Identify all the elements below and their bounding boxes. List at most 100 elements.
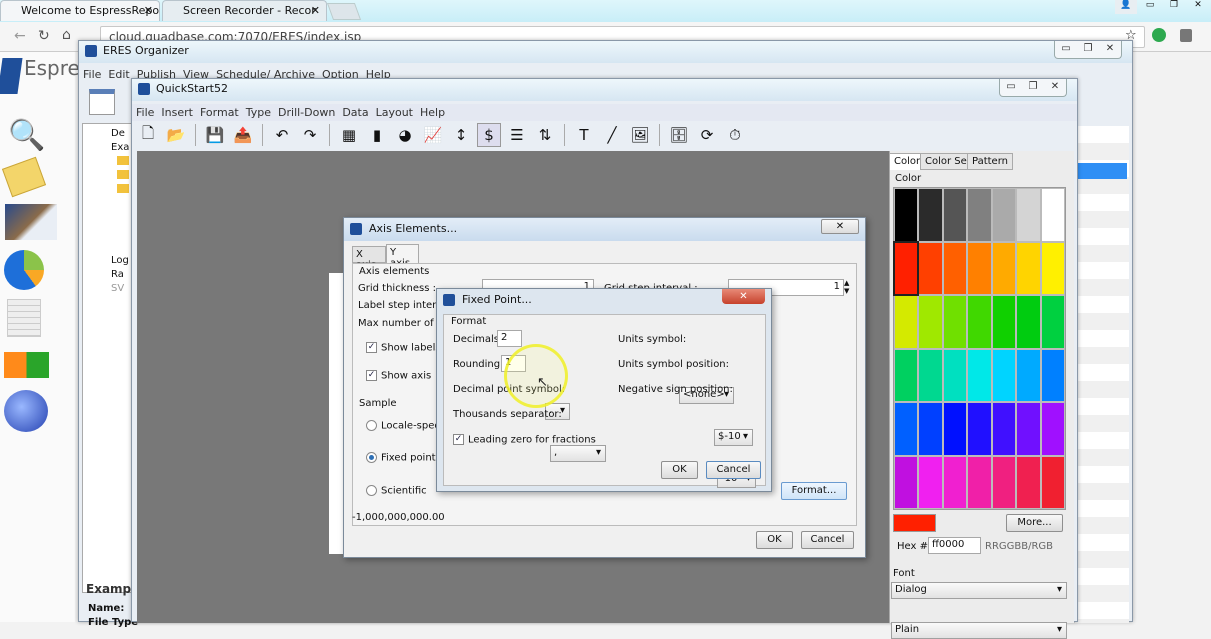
close-icon[interactable]: ✕: [1099, 41, 1121, 58]
folder-icon[interactable]: [1, 156, 47, 198]
menu-layout[interactable]: Layout: [376, 106, 413, 119]
table-icon[interactable]: [7, 299, 41, 337]
redo-icon[interactable]: ↷: [298, 123, 322, 147]
color-swatch[interactable]: [943, 242, 967, 294]
home-icon[interactable]: ⌂: [62, 27, 71, 43]
color-swatch[interactable]: [919, 242, 942, 294]
tab-x-axis[interactable]: X axis: [352, 246, 386, 271]
color-swatch[interactable]: [1017, 189, 1040, 241]
color-swatch[interactable]: [992, 349, 1016, 401]
color-swatch[interactable]: [1017, 456, 1040, 508]
selected-list-row[interactable]: [1075, 163, 1127, 179]
globe-icon[interactable]: [4, 390, 48, 432]
folder-icon[interactable]: [117, 184, 129, 193]
list-icon[interactable]: ☰: [505, 123, 529, 147]
color-swatch[interactable]: [968, 349, 991, 401]
pie-chart-icon[interactable]: [4, 250, 44, 290]
color-swatch[interactable]: [1017, 296, 1040, 348]
menu-drill-down[interactable]: Drill-Down: [278, 106, 335, 119]
spinner-icon[interactable]: ▲ ▼: [844, 279, 849, 295]
color-swatch[interactable]: [919, 296, 942, 348]
color-swatch[interactable]: [992, 242, 1016, 294]
cancel-button[interactable]: Cancel: [706, 461, 761, 479]
chart-type-icon[interactable]: ▮: [365, 123, 389, 147]
profile-icon[interactable]: 👤: [1115, 0, 1137, 14]
hangouts-icon[interactable]: [1152, 28, 1166, 42]
close-tab-icon[interactable]: ✕: [144, 4, 153, 17]
menu-file[interactable]: File: [136, 106, 154, 119]
menu-help[interactable]: Help: [420, 106, 445, 119]
leading-zero-checkbox[interactable]: ✓ Leading zero for fractions: [453, 434, 596, 446]
undo-icon[interactable]: ↶: [270, 123, 294, 147]
tree-item[interactable]: SV: [111, 283, 124, 294]
database-icon[interactable]: 🗄: [667, 123, 691, 147]
maximize-icon[interactable]: ❐: [1022, 79, 1044, 96]
axis-scale-icon[interactable]: ↕: [449, 123, 473, 147]
font-family-dropdown[interactable]: Dialog: [891, 582, 1067, 599]
color-swatch[interactable]: [919, 403, 942, 455]
color-swatch[interactable]: [895, 296, 918, 348]
color-swatch[interactable]: [968, 296, 991, 348]
number-format-icon[interactable]: $: [477, 123, 501, 147]
color-swatch[interactable]: [968, 189, 991, 241]
color-swatch[interactable]: [1041, 296, 1064, 348]
color-swatch[interactable]: [992, 456, 1016, 508]
color-swatch[interactable]: [895, 349, 918, 401]
minimize-icon[interactable]: ▭: [1139, 0, 1161, 14]
image-icon[interactable]: 🖼: [628, 123, 652, 147]
color-swatch[interactable]: [1041, 403, 1064, 455]
tab-y-axis[interactable]: Y axis: [386, 244, 419, 269]
color-swatch[interactable]: [992, 189, 1016, 241]
extension-icon[interactable]: [1180, 29, 1192, 42]
color-swatch[interactable]: [895, 403, 918, 455]
folder-icon[interactable]: [117, 170, 129, 179]
pie-color-icon[interactable]: ◕: [393, 123, 417, 147]
save-icon[interactable]: 💾: [203, 123, 227, 147]
color-swatch[interactable]: [1017, 403, 1040, 455]
color-swatch[interactable]: [1041, 242, 1064, 294]
line-draw-icon[interactable]: ╱: [600, 123, 624, 147]
close-button[interactable]: ✕: [722, 289, 765, 304]
show-axis-checkbox[interactable]: ✓ Show axis: [366, 370, 431, 382]
color-swatch[interactable]: [1017, 349, 1040, 401]
maximize-icon[interactable]: ❐: [1163, 0, 1185, 14]
ok-button[interactable]: OK: [661, 461, 698, 479]
color-swatch[interactable]: [919, 456, 942, 508]
menu-edit[interactable]: Edit: [108, 68, 129, 81]
folder-icon[interactable]: [117, 156, 129, 165]
show-labels-checkbox[interactable]: ✓ Show labels: [366, 342, 441, 354]
tab-pattern[interactable]: Pattern: [967, 153, 1013, 170]
menu-format[interactable]: Format: [200, 106, 239, 119]
sort-az-icon[interactable]: ⇅: [533, 123, 557, 147]
data-table-icon[interactable]: ▦: [337, 123, 361, 147]
cancel-button[interactable]: Cancel: [801, 531, 854, 549]
schedule-icon[interactable]: ⏱: [723, 123, 747, 147]
browser-tab-welcome[interactable]: Welcome to EspressRepo ✕: [0, 0, 160, 21]
color-swatch[interactable]: [919, 349, 942, 401]
color-swatch[interactable]: [968, 403, 991, 455]
thousands-dropdown[interactable]: ,: [550, 445, 606, 462]
radio-scientific[interactable]: Scientific: [366, 485, 427, 497]
color-swatch[interactable]: [895, 189, 918, 241]
close-icon[interactable]: ✕: [1187, 0, 1209, 14]
ok-button[interactable]: OK: [756, 531, 793, 549]
more-colors-button[interactable]: More...: [1006, 514, 1063, 532]
hex-input[interactable]: ff0000: [928, 537, 981, 554]
menu-file[interactable]: File: [83, 68, 101, 81]
tree-item[interactable]: De: [111, 128, 125, 139]
font-style-dropdown[interactable]: Plain: [891, 622, 1067, 639]
minimize-icon[interactable]: ▭: [1000, 79, 1022, 96]
export-icon[interactable]: 📤: [231, 123, 255, 147]
color-swatch[interactable]: [943, 296, 967, 348]
reload-icon[interactable]: ↻: [38, 28, 50, 44]
tree-item[interactable]: Ra: [111, 269, 124, 280]
units-position-dropdown[interactable]: $-10: [714, 429, 753, 446]
close-icon[interactable]: ✕: [1044, 79, 1066, 96]
tree-item[interactable]: Exa: [111, 142, 129, 153]
color-swatch[interactable]: [992, 403, 1016, 455]
map-icon[interactable]: [4, 352, 49, 378]
minimize-icon[interactable]: ▭: [1055, 41, 1077, 58]
menu-data[interactable]: Data: [342, 106, 368, 119]
new-file-icon[interactable]: 🗋: [136, 123, 160, 147]
color-swatch[interactable]: [943, 456, 967, 508]
